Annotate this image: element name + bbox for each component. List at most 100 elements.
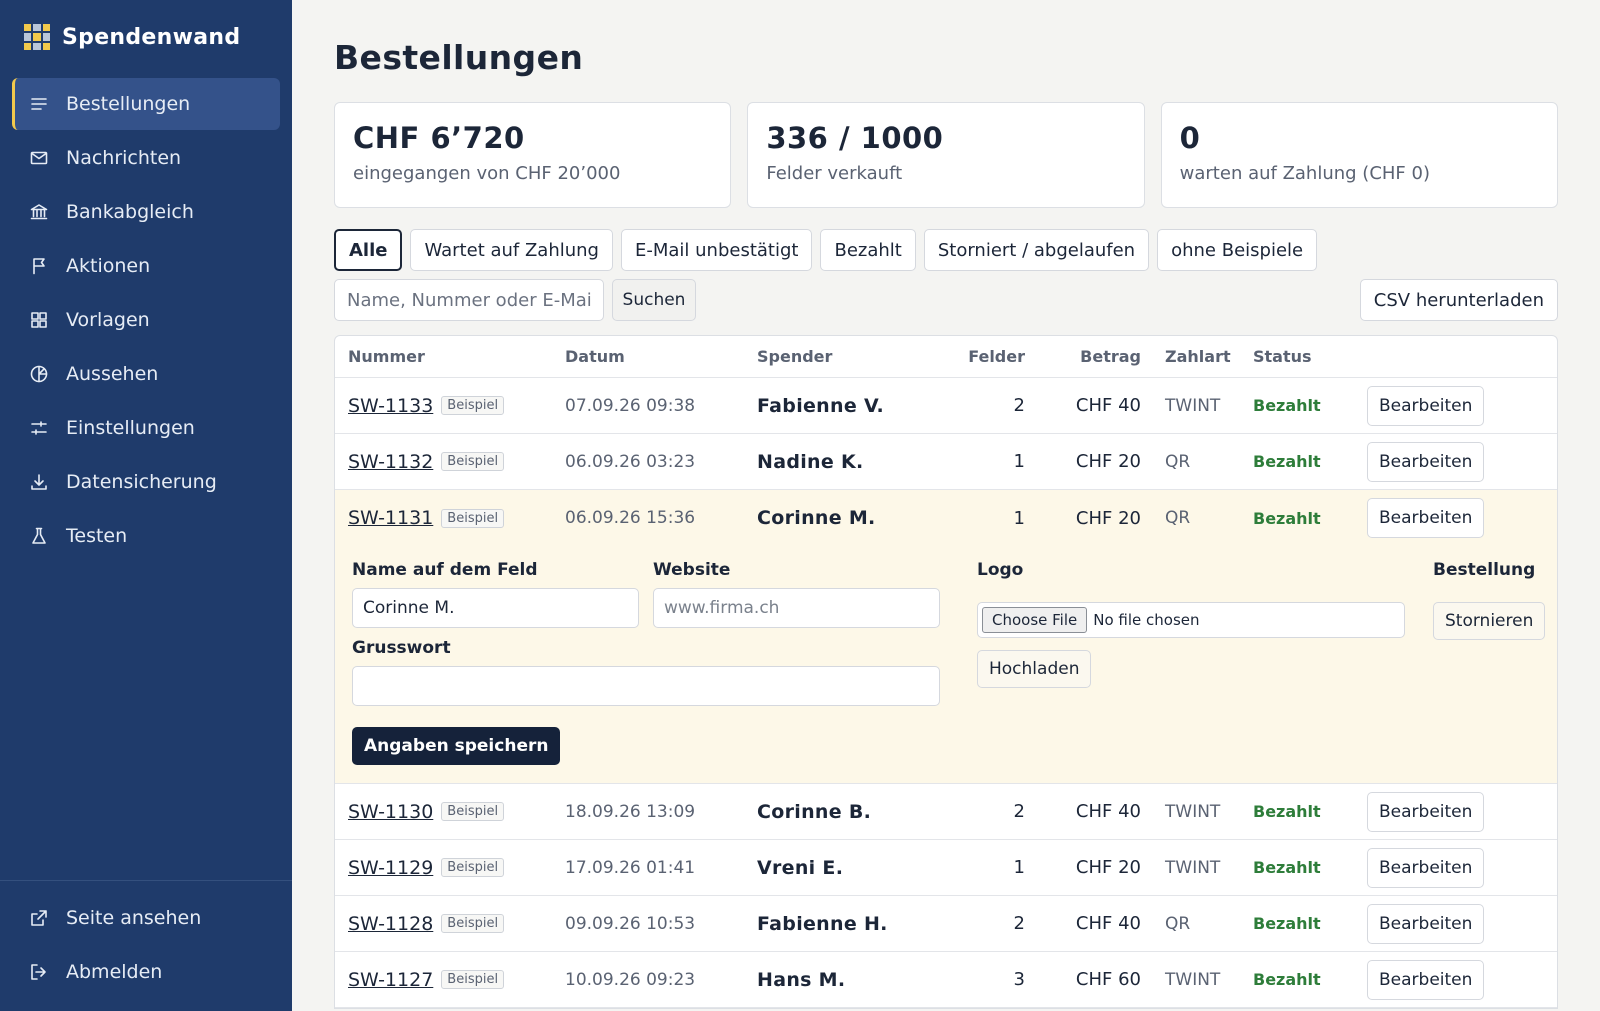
sidebar-item-nachrichten[interactable]: Nachrichten <box>12 132 280 184</box>
app-name: Spendenwand <box>62 24 241 50</box>
order-date: 06.09.26 15:36 <box>565 508 696 528</box>
stat-label: warten auf Zahlung (CHF 0) <box>1179 163 1430 184</box>
edit-button[interactable]: Bearbeiten <box>1367 903 1485 944</box>
sidebar-item-label: Nachrichten <box>66 147 182 169</box>
field-count: 1 <box>1013 857 1025 878</box>
payment-method: TWINT <box>1165 857 1221 878</box>
edit-button[interactable]: Bearbeiten <box>1367 498 1485 538</box>
upload-button[interactable]: Hochladen <box>977 650 1092 688</box>
filter-ohne-beispiele[interactable]: ohne Beispiele <box>1157 229 1318 271</box>
file-status: No file chosen <box>1093 611 1200 629</box>
greeting-input[interactable] <box>352 666 940 706</box>
edit-button[interactable]: Bearbeiten <box>1367 385 1485 426</box>
order-link[interactable]: SW-1130 <box>348 801 433 823</box>
order-link[interactable]: SW-1127 <box>348 969 433 991</box>
field-count: 2 <box>1013 801 1025 822</box>
sidebar-item-label: Abmelden <box>66 961 163 983</box>
payment-method: QR <box>1165 508 1191 528</box>
logo-file-input[interactable]: Choose File No file chosen <box>977 602 1405 638</box>
order-link[interactable]: SW-1131 <box>348 507 433 529</box>
action-cell: Bearbeiten <box>1367 791 1497 832</box>
list-icon <box>28 93 50 115</box>
sidebar-item-testen[interactable]: Testen <box>12 510 280 562</box>
sidebar-item-bankabgleich[interactable]: Bankabgleich <box>12 186 280 238</box>
sidebar-item-seite-ansehen[interactable]: Seite ansehen <box>12 892 280 944</box>
sidebar-item-abmelden[interactable]: Abmelden <box>12 946 280 998</box>
field-name-label: Name auf dem Feld <box>352 560 538 580</box>
logo-grid-icon <box>24 24 50 50</box>
greeting-label: Grusswort <box>352 638 451 658</box>
action-cell: Bearbeiten <box>1367 385 1497 426</box>
sliders-icon <box>28 417 50 439</box>
filter-alle[interactable]: Alle <box>334 229 403 271</box>
stats-row: CHF 6’720 eingegangen von CHF 20’000 336… <box>334 102 1558 208</box>
sidebar-item-label: Bankabgleich <box>66 201 194 223</box>
download-icon <box>28 471 50 493</box>
order-amount: CHF 40 <box>1075 395 1141 416</box>
field-count: 1 <box>1013 451 1025 472</box>
search-button[interactable]: Suchen <box>612 279 696 321</box>
example-badge: Beispiel <box>441 508 505 528</box>
status-badge: Bezahlt <box>1253 914 1321 933</box>
order-date: 06.09.26 03:23 <box>565 451 696 472</box>
example-badge: Beispiel <box>441 858 505 877</box>
edit-button[interactable]: Bearbeiten <box>1367 847 1485 888</box>
order-link[interactable]: SW-1129 <box>348 857 433 879</box>
status-badge: Bezahlt <box>1253 802 1321 821</box>
column-header-donor[interactable]: Spender <box>757 347 937 366</box>
action-cell: Bearbeiten <box>1367 498 1497 538</box>
column-header-status[interactable]: Status <box>1253 347 1367 366</box>
filter-email-unbestaetigt[interactable]: E-Mail unbestätigt <box>620 229 813 271</box>
order-link[interactable]: SW-1128 <box>348 913 433 935</box>
filter-wartet-auf-zahlung[interactable]: Wartet auf Zahlung <box>410 229 613 271</box>
order-link[interactable]: SW-1132 <box>348 451 433 473</box>
status-badge: Bezahlt <box>1253 970 1321 989</box>
choose-file-button[interactable]: Choose File <box>982 607 1088 633</box>
stat-card-fields-sold: 336 / 1000 Felder verkauft <box>747 102 1145 208</box>
field-count: 1 <box>1013 507 1025 529</box>
table-row: SW-1128 Beispiel 09.09.26 10:53 Fabienne… <box>335 896 1557 952</box>
sidebar-item-bestellungen[interactable]: Bestellungen <box>12 78 280 130</box>
donor-name: Nadine K. <box>757 450 864 473</box>
status-badge: Bezahlt <box>1253 858 1321 877</box>
order-amount: CHF 20 <box>1075 857 1141 878</box>
logo-label: Logo <box>977 560 1024 580</box>
field-count: 2 <box>1013 913 1025 934</box>
order-number-cell: SW-1127 Beispiel <box>335 969 565 991</box>
edit-order-panel: Name auf dem Feld Website Logo Choose Fi… <box>335 546 1557 784</box>
grid-icon <box>28 309 50 331</box>
payment-method: TWINT <box>1165 969 1221 990</box>
stat-card-pending: 0 warten auf Zahlung (CHF 0) <box>1160 102 1558 208</box>
column-header-amount[interactable]: Betrag <box>1025 347 1141 366</box>
order-label: Bestellung <box>1433 560 1536 580</box>
cancel-order-button[interactable]: Stornieren <box>1433 602 1546 640</box>
filter-bezahlt[interactable]: Bezahlt <box>820 229 916 271</box>
edit-button[interactable]: Bearbeiten <box>1367 791 1485 832</box>
csv-download-button[interactable]: CSV herunterladen <box>1359 279 1558 321</box>
order-link[interactable]: SW-1133 <box>348 395 433 417</box>
column-header-number[interactable]: Nummer <box>335 347 565 366</box>
search-input[interactable] <box>334 279 604 321</box>
brand[interactable]: Spendenwand <box>24 24 240 50</box>
order-number-cell: SW-1130 Beispiel <box>335 801 565 823</box>
column-header-fields[interactable]: Felder <box>937 347 1025 366</box>
sidebar-divider <box>0 880 292 881</box>
sidebar-item-einstellungen[interactable]: Einstellungen <box>12 402 280 454</box>
order-number-cell: SW-1132 Beispiel <box>335 451 565 473</box>
sidebar-item-datensicherung[interactable]: Datensicherung <box>12 456 280 508</box>
search-row: Suchen CSV herunterladen <box>334 279 1558 321</box>
column-header-payment[interactable]: Zahlart <box>1141 347 1253 366</box>
order-amount: CHF 40 <box>1075 801 1141 822</box>
column-header-date[interactable]: Datum <box>565 347 757 366</box>
filter-storniert[interactable]: Storniert / abgelaufen <box>923 229 1150 271</box>
logout-icon <box>28 961 50 983</box>
donor-name: Corinne B. <box>757 800 872 823</box>
field-name-input[interactable] <box>352 588 639 628</box>
website-input[interactable] <box>653 588 940 628</box>
edit-button[interactable]: Bearbeiten <box>1367 959 1485 1000</box>
sidebar-item-aussehen[interactable]: Aussehen <box>12 348 280 400</box>
edit-button[interactable]: Bearbeiten <box>1367 441 1485 482</box>
save-details-button[interactable]: Angaben speichern <box>352 727 561 765</box>
sidebar-item-aktionen[interactable]: Aktionen <box>12 240 280 292</box>
sidebar-item-vorlagen[interactable]: Vorlagen <box>12 294 280 346</box>
